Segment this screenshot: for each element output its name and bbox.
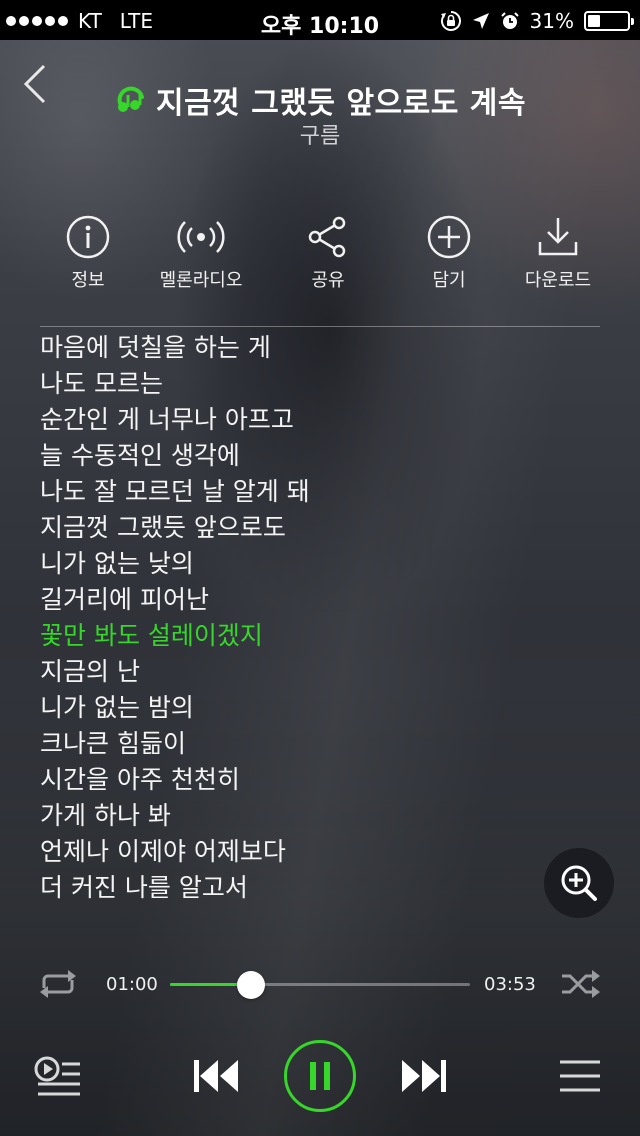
title-row: 지금껏 그랬듯 앞으로도 계속 xyxy=(0,78,640,122)
lyric-line: 니가 없는 낮의 xyxy=(40,549,194,578)
melon-radio-label: 멜론라디오 xyxy=(159,270,243,291)
previous-icon[interactable] xyxy=(192,1056,240,1096)
lyric-line: 크나큰 힘듦이 xyxy=(40,729,186,758)
song-title: 지금껏 그랬듯 앞으로도 계속 xyxy=(155,86,527,121)
divider xyxy=(40,326,600,327)
lyric-line: 더 커진 나를 알고서 xyxy=(40,873,248,902)
menu-icon[interactable] xyxy=(558,1056,602,1096)
status-bar: KT LTE 오후 10:10 31% xyxy=(0,0,640,40)
music-note-icon xyxy=(117,86,144,112)
lyrics-list[interactable]: 마음에 덧칠을 하는 게나도 모르는순간인 게 너무나 아프고늘 수동적인 생각… xyxy=(40,330,560,906)
progress-row: 01:00 03:53 xyxy=(0,962,640,1006)
shuffle-icon[interactable] xyxy=(558,968,602,1000)
alarm-icon xyxy=(500,12,519,29)
battery-fill xyxy=(588,15,600,27)
zoom-in-icon xyxy=(561,865,597,901)
lyric-line: 마음에 덧칠을 하는 게 xyxy=(40,333,271,362)
share-label: 공유 xyxy=(311,270,345,291)
zoom-button[interactable] xyxy=(544,848,614,918)
info-button[interactable]: 정보 xyxy=(28,214,148,292)
lyric-line: 길거리에 피어난 xyxy=(40,585,209,614)
progress-thumb[interactable] xyxy=(237,971,265,999)
battery-percent: 31% xyxy=(529,9,574,33)
playback-controls xyxy=(0,1040,640,1114)
info-label: 정보 xyxy=(71,270,105,291)
next-icon[interactable] xyxy=(400,1056,448,1096)
lyric-line: 순간인 게 너무나 아프고 xyxy=(40,405,294,434)
battery-icon xyxy=(584,11,634,31)
lyric-line: 언제나 이제야 어제보다 xyxy=(40,837,286,866)
playlist-icon[interactable] xyxy=(34,1054,82,1098)
download-button[interactable]: 다운로드 xyxy=(498,214,618,292)
action-bar: 정보 멜론라디오 공유 담기 다운로드 xyxy=(0,214,640,294)
location-icon xyxy=(472,13,489,29)
lyric-line: 지금의 난 xyxy=(40,657,140,686)
repeat-icon[interactable] xyxy=(36,968,80,1000)
progress-track[interactable] xyxy=(170,971,470,999)
artist-name[interactable]: 구름 xyxy=(0,118,640,150)
lyric-line-current: 꽃만 봐도 설레이겠지 xyxy=(40,621,263,650)
lyric-line: 니가 없는 밤의 xyxy=(40,693,194,722)
rotation-lock-icon xyxy=(440,11,461,31)
elapsed-time: 01:00 xyxy=(106,974,158,995)
duration-time: 03:53 xyxy=(484,974,536,995)
lyric-line: 나도 잘 모르던 날 알게 돼 xyxy=(40,477,310,506)
lyric-line: 시간을 아주 천천히 xyxy=(40,765,240,794)
add-button[interactable]: 담기 xyxy=(389,214,509,292)
info-icon xyxy=(66,215,110,259)
share-icon xyxy=(308,216,346,258)
status-right: 31% xyxy=(440,9,634,33)
lyric-line: 나도 모르는 xyxy=(40,369,163,398)
pause-icon xyxy=(310,1062,330,1090)
download-icon xyxy=(538,218,578,256)
add-icon xyxy=(427,215,471,259)
radio-icon xyxy=(177,221,225,253)
melon-radio-button[interactable]: 멜론라디오 xyxy=(141,214,261,292)
download-label: 다운로드 xyxy=(524,270,592,291)
add-label: 담기 xyxy=(432,270,466,291)
lyric-line: 지금껏 그랬듯 앞으로도 xyxy=(40,513,286,542)
share-button[interactable]: 공유 xyxy=(268,214,388,292)
lyric-line: 가게 하나 봐 xyxy=(40,801,171,830)
lyric-line: 늘 수동적인 생각에 xyxy=(40,441,240,470)
pause-button[interactable] xyxy=(284,1040,356,1112)
